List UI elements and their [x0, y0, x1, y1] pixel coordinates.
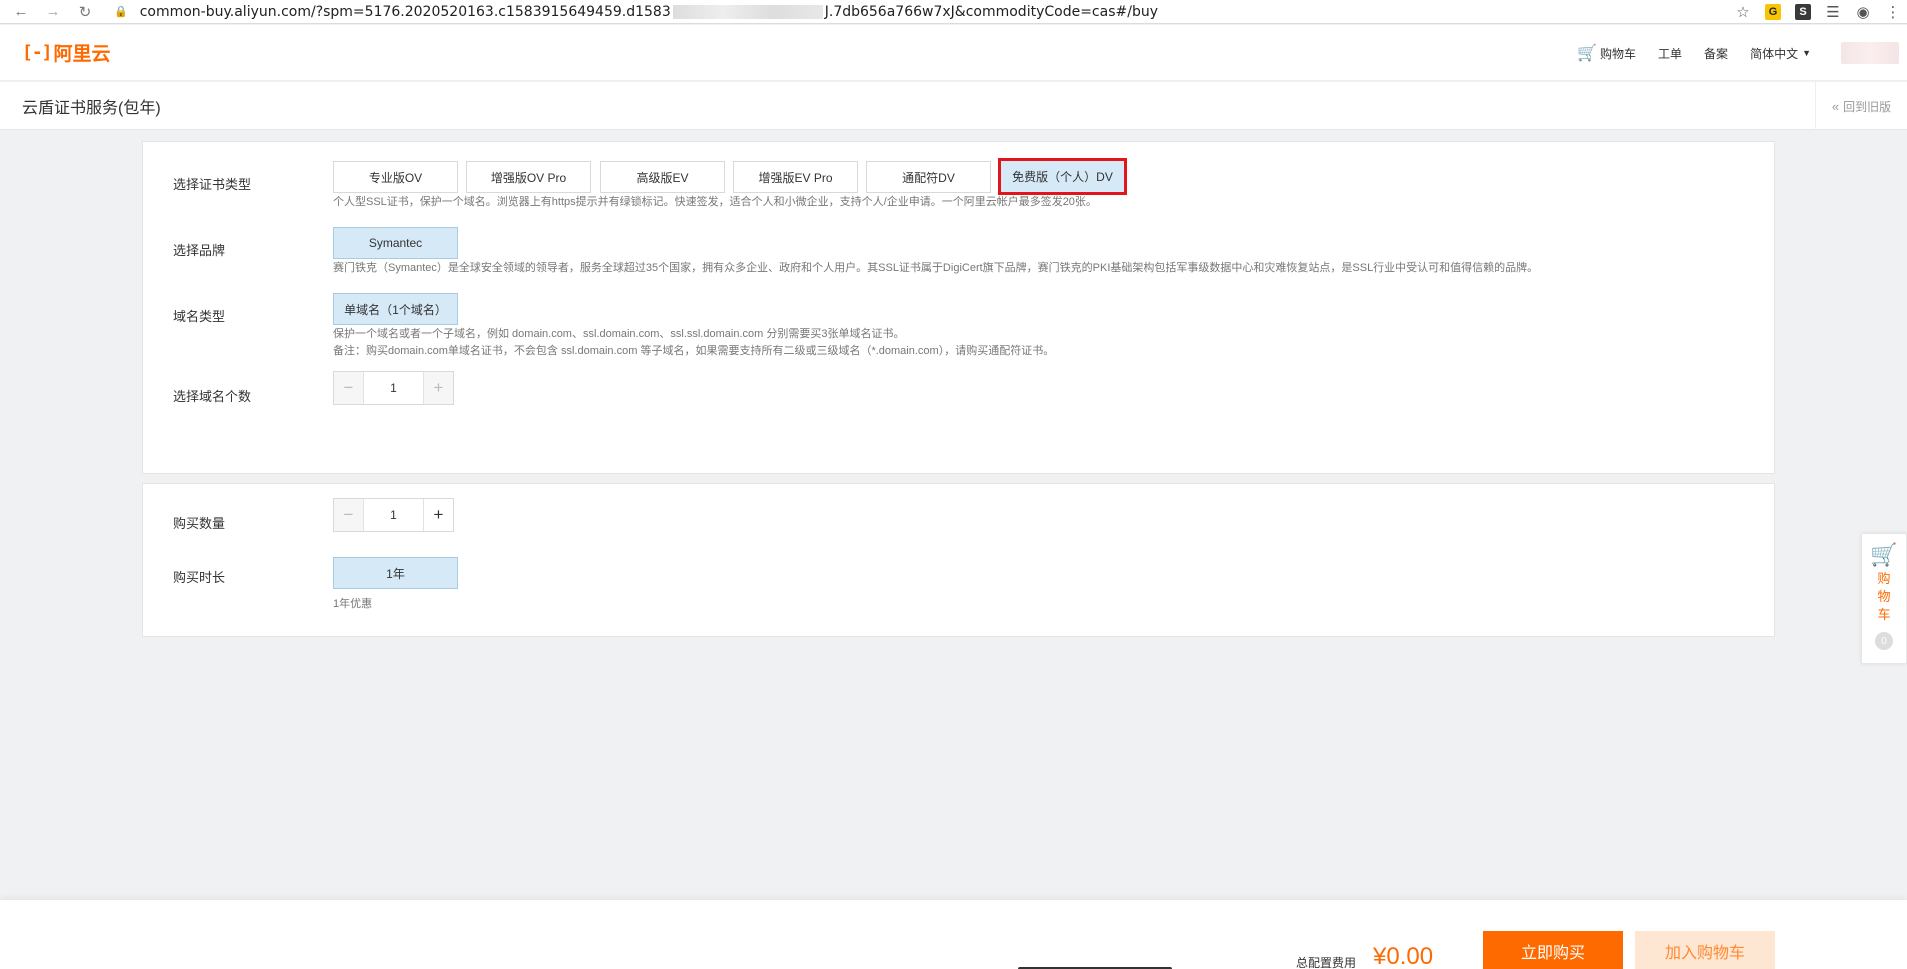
cert-option-ov[interactable]: 专业版OV: [333, 161, 458, 193]
cart-icon: 🛒: [1870, 542, 1898, 567]
domain-type-label: 域名类型: [173, 309, 226, 324]
logo-mark-icon: [-]: [22, 42, 52, 63]
back-old-label: 回到旧版: [1843, 99, 1892, 114]
header-cart-label: 购物车: [1600, 46, 1637, 61]
total-price: ¥0.00: [1373, 943, 1434, 969]
lock-icon: 🔒: [114, 5, 128, 18]
header-cart-link[interactable]: 🛒 购物车: [1577, 43, 1636, 63]
back-to-old-version-link[interactable]: « 回到旧版: [1815, 82, 1907, 130]
double-chevron-left-icon: «: [1831, 98, 1840, 114]
brand-description: 赛门铁克（Symantec）是全球安全领域的领导者，服务全球超过35个国家，拥有…: [333, 262, 1539, 274]
browser-toolbar: ← → ↻ 🔒 common-buy.aliyun.com/?spm=5176.…: [0, 0, 1907, 24]
cert-option-ov-pro[interactable]: 增强版OV Pro: [466, 161, 591, 193]
caret-down-icon: ▼: [1802, 48, 1811, 58]
grammarly-extension-icon[interactable]: G: [1765, 4, 1781, 20]
quantity-minus-button[interactable]: −: [334, 499, 363, 531]
config-panel: 选择证书类型 专业版OV 增强版OV Pro 高级版EV 增强版EV Pro 通…: [142, 141, 1775, 474]
cert-option-ev[interactable]: 高级版EV: [600, 161, 725, 193]
s-extension-icon[interactable]: S: [1795, 4, 1811, 20]
buy-now-button[interactable]: 立即购买: [1483, 931, 1623, 969]
quantity-stepper: − 1 +: [333, 498, 454, 532]
quantity-input[interactable]: 1: [363, 499, 424, 531]
cert-type-label: 选择证书类型: [173, 177, 252, 192]
page-title-bar: 云盾证书服务(包年) « 回到旧版: [0, 82, 1907, 130]
checkout-bar: 总配置费用 ¥0.00 立即购买 加入购物车: [0, 900, 1907, 969]
cart-icon: 🛒: [1577, 45, 1598, 62]
duration-option-1-year[interactable]: 1年: [333, 557, 458, 589]
page-title: 云盾证书服务(包年): [22, 99, 161, 117]
language-label: 简体中文: [1750, 46, 1799, 61]
back-arrow-icon[interactable]: ←: [10, 1, 32, 23]
brand-option-symantec[interactable]: Symantec: [333, 227, 458, 259]
media-control-icon[interactable]: ☰: [1825, 3, 1841, 21]
quantity-label: 购买数量: [173, 516, 226, 531]
profile-icon[interactable]: ◉: [1855, 3, 1871, 21]
cert-option-ev-pro[interactable]: 增强版EV Pro: [733, 161, 858, 193]
duration-label: 购买时长: [173, 570, 226, 585]
url-suffix: J.7db656a766w7xJ&commodityCode=cas#/buy: [824, 3, 1158, 20]
brand-label: 选择品牌: [173, 243, 226, 258]
add-to-cart-button[interactable]: 加入购物车: [1635, 931, 1775, 969]
header-record-link[interactable]: 备案: [1704, 45, 1728, 62]
domain-type-description-2: 备注：购买domain.com单域名证书，不会包含 ssl.domain.com…: [333, 345, 1055, 357]
domain-option-single[interactable]: 单域名（1个域名）: [333, 293, 458, 325]
total-label: 总配置费用: [1296, 956, 1357, 969]
cart-count-badge: 0: [1875, 632, 1893, 650]
address-bar[interactable]: 🔒 common-buy.aliyun.com/?spm=5176.202052…: [106, 1, 1766, 23]
floating-cart-label: 购物车: [1877, 571, 1891, 622]
domain-count-input[interactable]: 1: [363, 372, 424, 404]
site-header: [-] 阿里云 🛒 购物车 工单 备案 简体中文 ▼: [0, 25, 1907, 81]
reload-icon[interactable]: ↻: [74, 1, 96, 23]
aliyun-logo[interactable]: [-] 阿里云: [22, 39, 111, 66]
forward-arrow-icon[interactable]: →: [42, 1, 64, 23]
menu-dots-icon[interactable]: ⋮: [1885, 3, 1901, 21]
cert-option-wildcard-dv[interactable]: 通配符DV: [866, 161, 991, 193]
duration-note: 1年优惠: [333, 598, 373, 610]
header-ticket-link[interactable]: 工单: [1658, 45, 1682, 62]
purchase-panel: 购买数量 − 1 + 购买时长 1年 1年优惠: [142, 483, 1775, 637]
avatar[interactable]: [1841, 42, 1899, 64]
quantity-plus-button[interactable]: +: [424, 499, 453, 531]
floating-cart[interactable]: 🛒 购物车 0: [1861, 533, 1907, 664]
domain-count-minus-button[interactable]: −: [334, 372, 363, 404]
cert-type-description: 个人型SSL证书，保护一个域名。浏览器上有https提示并有绿锁标记。快速签发，…: [333, 196, 1097, 208]
logo-text: 阿里云: [53, 44, 111, 65]
language-selector[interactable]: 简体中文 ▼: [1750, 45, 1811, 62]
url-prefix: common-buy.aliyun.com/?spm=5176.20205201…: [139, 3, 671, 20]
url-redacted: [672, 4, 823, 19]
domain-count-label: 选择域名个数: [173, 389, 252, 404]
domain-count-stepper: − 1 +: [333, 371, 454, 405]
cert-option-free-dv[interactable]: 免费版（个人）DV: [998, 158, 1127, 195]
star-icon[interactable]: ☆: [1735, 3, 1751, 21]
domain-count-plus-button[interactable]: +: [424, 372, 453, 404]
